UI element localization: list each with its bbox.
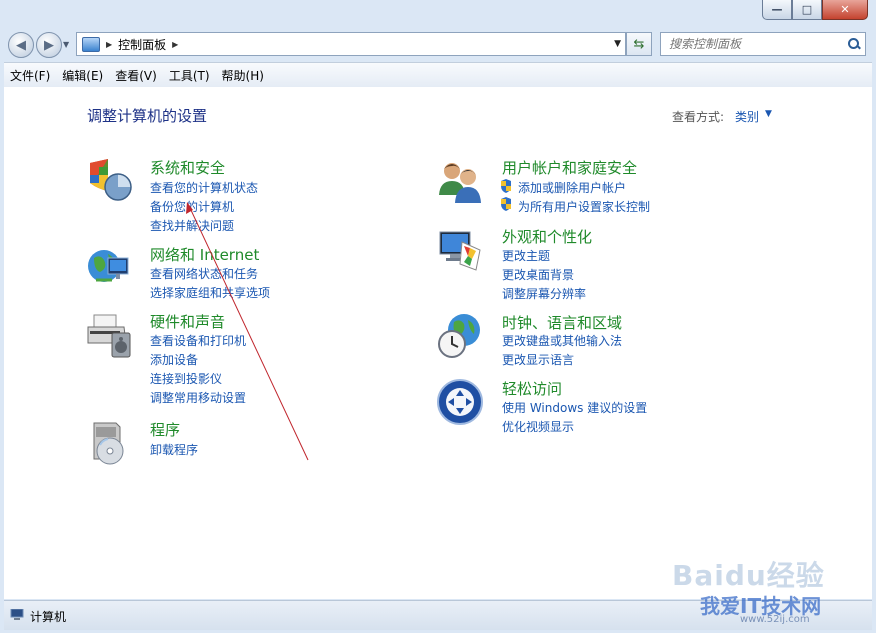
link-change-theme[interactable]: 更改主题 — [502, 247, 550, 264]
search-box[interactable] — [660, 32, 866, 56]
back-arrow-icon: ◀ — [16, 37, 26, 53]
breadcrumb-separator-icon[interactable]: ▶ — [172, 40, 178, 49]
category-title[interactable]: 时钟、语言和区域 — [502, 312, 622, 333]
link-uninstall-program[interactable]: 卸载程序 — [150, 441, 198, 458]
link-devices-printers[interactable]: 查看设备和打印机 — [150, 332, 246, 349]
menu-view[interactable]: 查看(V) — [109, 67, 163, 84]
minimize-button[interactable]: — — [762, 0, 792, 20]
link-troubleshoot[interactable]: 查找并解决问题 — [150, 217, 234, 234]
uac-shield-icon — [501, 179, 511, 193]
category-title[interactable]: 轻松访问 — [502, 378, 562, 399]
view-by-dropdown-icon[interactable]: ▼ — [765, 109, 772, 119]
uac-shield-icon — [501, 197, 511, 211]
link-connect-projector[interactable]: 连接到投影仪 — [150, 370, 222, 387]
system-security-icon — [90, 159, 132, 201]
menu-bar: 文件(F) 编辑(E) 查看(V) 工具(T) 帮助(H) — [4, 62, 872, 88]
link-view-computer-status[interactable]: 查看您的计算机状态 — [150, 179, 258, 196]
menu-help[interactable]: 帮助(H) — [216, 67, 270, 84]
refresh-icon: ⇆ — [633, 36, 645, 52]
page-title: 调整计算机的设置 — [87, 107, 208, 125]
link-display-language[interactable]: 更改显示语言 — [502, 351, 574, 368]
link-mobility-settings[interactable]: 调整常用移动设置 — [150, 389, 246, 406]
maximize-button[interactable]: □ — [792, 0, 822, 20]
control-panel-window: — □ ✕ ◀ ▶ ▼ ▶ 控制面板 ▶ ▼ ⇆ 文件(F) — [0, 0, 876, 633]
menu-tools[interactable]: 工具(T) — [163, 67, 216, 84]
category-title[interactable]: 外观和个性化 — [502, 226, 592, 247]
content-area: 调整计算机的设置 查看方式: 类别 ▼ 系统和安全 查看您的计算机状态 备份您的… — [4, 87, 872, 599]
link-add-remove-accounts[interactable]: 添加或删除用户帐户 — [518, 179, 626, 196]
caption-buttons: — □ ✕ — [762, 0, 868, 20]
link-keyboard-input[interactable]: 更改键盘或其他输入法 — [502, 332, 622, 349]
view-by-label: 查看方式: — [672, 110, 725, 124]
view-by-selector[interactable]: 类别 — [735, 108, 759, 125]
address-dropdown-icon[interactable]: ▼ — [614, 39, 621, 49]
menu-edit[interactable]: 编辑(E) — [56, 67, 109, 84]
link-change-background[interactable]: 更改桌面背景 — [502, 266, 574, 283]
breadcrumb-control-panel[interactable]: 控制面板 — [118, 36, 166, 53]
status-text: 计算机 — [30, 610, 67, 624]
network-globe-icon — [88, 250, 129, 282]
breadcrumb-separator-icon[interactable]: ▶ — [106, 40, 112, 49]
forward-button[interactable]: ▶ — [36, 32, 62, 58]
computer-icon — [10, 609, 24, 620]
link-screen-resolution[interactable]: 调整屏幕分辨率 — [502, 285, 586, 302]
category-title[interactable]: 程序 — [150, 419, 180, 440]
category-title[interactable]: 网络和 Internet — [150, 244, 259, 265]
ease-of-access-icon — [437, 379, 483, 425]
category-title[interactable]: 用户帐户和家庭安全 — [502, 157, 637, 178]
status-bar: 计算机 — [4, 600, 872, 630]
printer-hardware-icon — [87, 314, 131, 358]
user-accounts-icon — [439, 163, 481, 203]
menu-file[interactable]: 文件(F) — [4, 67, 56, 84]
link-parental-controls[interactable]: 为所有用户设置家长控制 — [518, 198, 650, 215]
control-panel-icon — [82, 36, 100, 52]
link-network-status[interactable]: 查看网络状态和任务 — [150, 265, 258, 282]
link-recommended-settings[interactable]: 使用 Windows 建议的设置 — [502, 399, 647, 416]
appearance-monitor-icon — [439, 231, 481, 271]
search-icon[interactable] — [848, 37, 861, 51]
programs-disc-icon — [93, 422, 124, 465]
link-homegroup-sharing[interactable]: 选择家庭组和共享选项 — [150, 284, 270, 301]
category-title[interactable]: 系统和安全 — [150, 157, 225, 178]
forward-arrow-icon: ▶ — [44, 37, 54, 53]
refresh-button[interactable]: ⇆ — [626, 32, 652, 56]
address-bar[interactable]: ▶ 控制面板 ▶ ▼ — [76, 32, 626, 56]
back-button[interactable]: ◀ — [8, 32, 34, 58]
category-title[interactable]: 硬件和声音 — [150, 311, 225, 332]
clock-globe-icon — [438, 314, 480, 358]
link-add-device[interactable]: 添加设备 — [150, 351, 198, 368]
close-button[interactable]: ✕ — [822, 0, 868, 20]
address-row: ◀ ▶ ▼ ▶ 控制面板 ▶ ▼ ⇆ — [0, 28, 876, 60]
recent-pages-dropdown[interactable]: ▼ — [63, 40, 69, 49]
search-input[interactable] — [667, 36, 843, 52]
link-optimize-display[interactable]: 优化视频显示 — [502, 418, 574, 435]
link-backup-computer[interactable]: 备份您的计算机 — [150, 198, 234, 215]
